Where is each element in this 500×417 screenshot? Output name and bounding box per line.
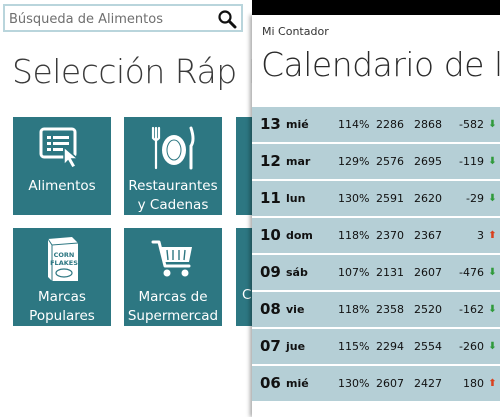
arrow-down-icon: ⬇ xyxy=(488,156,497,167)
calorie-difference: -162 xyxy=(459,303,484,316)
search-input[interactable] xyxy=(9,9,209,29)
arrow-down-icon: ⬇ xyxy=(488,119,497,130)
percent-value: 118% xyxy=(338,229,370,242)
calories-consumed: 2370 xyxy=(376,229,404,242)
weekday-label: vie xyxy=(286,303,305,316)
calendar-title: Calendario de l xyxy=(261,45,500,84)
calories-goal: 2620 xyxy=(414,192,442,205)
calories-goal: 2554 xyxy=(414,340,442,353)
weekday-label: jue xyxy=(286,340,306,353)
calendar-list: 13 mié 114% 2286 2868 -582 ⬇ 12 mar 129% 2576 2695 -… xyxy=(252,107,500,403)
arrow-down-icon: ⬇ xyxy=(488,304,497,315)
percent-value: 115% xyxy=(338,340,370,353)
calories-consumed: 2358 xyxy=(376,303,404,316)
calendar-row[interactable]: 12 mar 129% 2576 2695 -119 ⬇ xyxy=(252,144,500,179)
food-list-cursor-icon xyxy=(39,125,85,171)
calories-consumed: 2576 xyxy=(376,155,404,168)
weekday-label: sáb xyxy=(286,266,308,279)
search-bar[interactable] xyxy=(3,4,243,32)
tile-label: Marcas de Supermercad xyxy=(127,289,219,324)
arrow-down-icon: ⬇ xyxy=(488,267,497,278)
percent-value: 129% xyxy=(338,155,370,168)
tile-partial-top[interactable] xyxy=(236,117,252,215)
arrow-up-icon: ⬆ xyxy=(488,230,497,241)
calories-consumed: 2591 xyxy=(376,192,404,205)
arrow-down-icon: ⬇ xyxy=(488,341,497,352)
percent-value: 130% xyxy=(338,377,370,390)
calories-goal: 2520 xyxy=(414,303,442,316)
calories-consumed: 2286 xyxy=(376,118,404,131)
calendar-row[interactable]: 09 sáb 107% 2131 2607 -476 ⬇ xyxy=(252,255,500,290)
percent-value: 114% xyxy=(338,118,370,131)
tile-label: Restaurantes y Cadenas xyxy=(128,178,218,213)
page-title-text: Selección Ráp xyxy=(12,52,237,91)
svg-text:CORN: CORN xyxy=(54,251,75,259)
day-number: 06 xyxy=(260,374,281,392)
calories-goal: 2607 xyxy=(414,266,442,279)
percent-value: 130% xyxy=(338,192,370,205)
weekday-label: mié xyxy=(286,377,309,390)
quick-selection-page: Selección Ráp M Alimentos Restaurantes y… xyxy=(0,0,252,417)
tile-label: C xyxy=(242,287,252,303)
tile-marcas-supermercado[interactable]: Marcas de Supermercad xyxy=(124,228,222,326)
app-name: Mi Contador xyxy=(262,25,329,38)
calendar-row[interactable]: 07 jue 115% 2294 2554 -260 ⬇ xyxy=(252,329,500,364)
calorie-difference: -119 xyxy=(459,155,484,168)
tile-restaurantes[interactable]: Restaurantes y Cadenas xyxy=(124,117,222,215)
calories-consumed: 2607 xyxy=(376,377,404,390)
calendar-row[interactable]: 06 mié 130% 2607 2427 180 ⬆ xyxy=(252,366,500,401)
weekday-label: mar xyxy=(286,155,311,168)
calorie-difference: -29 xyxy=(466,192,484,205)
day-number: 10 xyxy=(260,226,281,244)
tile-partial-bottom[interactable]: C xyxy=(236,228,252,326)
calorie-difference: -582 xyxy=(459,118,484,131)
shopping-cart-icon xyxy=(151,236,195,282)
calendar-row[interactable]: 11 lun 130% 2591 2620 -29 ⬇ xyxy=(252,181,500,216)
calendar-row[interactable]: 10 dom 118% 2370 2367 3 ⬆ xyxy=(252,218,500,253)
tile-marcas-populares[interactable]: CORN FLAKES Marcas Populares xyxy=(13,228,111,326)
day-number: 09 xyxy=(260,263,281,281)
calories-consumed: 2131 xyxy=(376,266,404,279)
tile-alimentos[interactable]: Alimentos xyxy=(13,117,111,215)
calorie-difference: -260 xyxy=(459,340,484,353)
calories-goal: 2868 xyxy=(414,118,442,131)
day-number: 07 xyxy=(260,337,281,355)
calories-goal: 2427 xyxy=(414,377,442,390)
tile-label: Marcas Populares xyxy=(29,289,95,324)
calories-goal: 2695 xyxy=(414,155,442,168)
calorie-difference: -476 xyxy=(459,266,484,279)
weekday-label: lun xyxy=(286,192,306,205)
tile-label: Alimentos xyxy=(28,178,96,194)
calendar-row[interactable]: 13 mié 114% 2286 2868 -582 ⬇ xyxy=(252,107,500,142)
day-number: 12 xyxy=(260,152,281,170)
weekday-label: dom xyxy=(286,229,313,242)
page-title: Selección Ráp M xyxy=(12,52,252,91)
svg-text:FLAKES: FLAKES xyxy=(50,259,78,267)
percent-value: 118% xyxy=(338,303,370,316)
day-number: 11 xyxy=(260,189,281,207)
day-number: 08 xyxy=(260,300,281,318)
search-icon[interactable] xyxy=(217,9,237,29)
percent-value: 107% xyxy=(338,266,370,279)
calories-goal: 2367 xyxy=(414,229,442,242)
calorie-difference: 3 xyxy=(477,229,484,242)
cereal-box-icon: CORN FLAKES xyxy=(42,236,82,282)
calendar-row[interactable]: 08 vie 118% 2358 2520 -162 ⬇ xyxy=(252,292,500,327)
calorie-difference: 180 xyxy=(463,377,484,390)
calendar-page: Mi Contador Calendario de l 13 mié 114% 228… xyxy=(252,15,500,417)
day-number: 13 xyxy=(260,115,281,133)
fork-knife-plate-icon xyxy=(149,125,197,171)
weekday-label: mié xyxy=(286,118,309,131)
arrow-down-icon: ⬇ xyxy=(488,193,497,204)
calories-consumed: 2294 xyxy=(376,340,404,353)
arrow-up-icon: ⬆ xyxy=(488,378,497,389)
